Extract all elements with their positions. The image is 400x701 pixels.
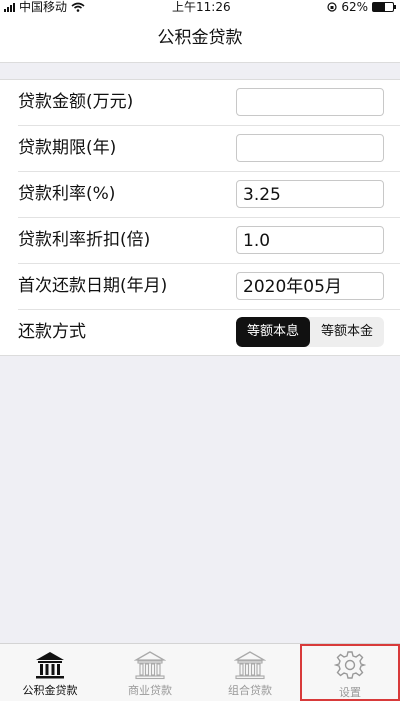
interest-rate-input[interactable]: 3.25 [236, 180, 384, 208]
status-bar: 中国移动 上午11:26 62% [0, 0, 400, 14]
form-row-loan-amount: 贷款金额(万元) [18, 80, 400, 126]
form-row-first-payment-date: 首次还款日期(年月) 2020年05月 [18, 264, 400, 310]
loan-amount-label: 贷款金额(万元) [18, 92, 134, 112]
repayment-option-equal-installment[interactable]: 等额本息 [236, 317, 310, 347]
form-row-repayment-method: 还款方式 等额本息 等额本金 [18, 310, 400, 355]
loan-term-input[interactable] [236, 134, 384, 162]
page-title: 公积金贷款 [157, 28, 243, 48]
nav-bar: 公积金贷款 [0, 14, 400, 63]
form-row-interest-rate: 贷款利率(%) 3.25 [18, 172, 400, 218]
tab-commercial-loan[interactable]: 商业贷款 [100, 644, 200, 701]
first-payment-date-label: 首次还款日期(年月) [18, 276, 168, 296]
rate-discount-label: 贷款利率折扣(倍) [18, 230, 151, 250]
status-left: 中国移动 [4, 0, 85, 14]
interest-rate-label: 贷款利率(%) [18, 184, 116, 204]
bank-icon [134, 651, 166, 680]
tab-bar: 公积金贷款 商业贷款 组合贷款 设置 [0, 643, 400, 701]
first-payment-date-input[interactable]: 2020年05月 [236, 272, 384, 300]
loan-amount-input[interactable] [236, 88, 384, 116]
tab-settings[interactable]: 设置 [300, 644, 400, 701]
tab-combined-loan[interactable]: 组合贷款 [200, 644, 300, 701]
battery-level [373, 3, 386, 11]
status-time: 上午11:26 [172, 0, 231, 14]
loan-term-label: 贷款期限(年) [18, 138, 117, 158]
battery-icon [372, 2, 396, 12]
repayment-option-equal-principal[interactable]: 等额本金 [310, 317, 384, 347]
tab-label: 公积金贷款 [22, 684, 78, 697]
loan-form: 贷款金额(万元) 贷款期限(年) 贷款利率(%) 3.25 贷款利率折扣(倍) … [0, 79, 400, 356]
battery-percent: 62% [341, 0, 368, 14]
tab-label: 商业贷款 [128, 684, 172, 697]
form-row-loan-term: 贷款期限(年) [18, 126, 400, 172]
wifi-icon [71, 2, 85, 12]
tab-provident-fund-loan[interactable]: 公积金贷款 [0, 644, 100, 701]
orientation-lock-icon [327, 2, 337, 12]
form-row-rate-discount: 贷款利率折扣(倍) 1.0 [18, 218, 400, 264]
repayment-method-label: 还款方式 [18, 322, 86, 342]
carrier-name: 中国移动 [19, 0, 68, 14]
bank-icon [36, 652, 64, 679]
tab-label: 组合贷款 [228, 684, 272, 697]
rate-discount-input[interactable]: 1.0 [236, 226, 384, 254]
tab-label: 设置 [339, 686, 361, 699]
gear-icon [334, 651, 366, 679]
repayment-method-segmented-control: 等额本息 等额本金 [236, 317, 384, 347]
status-right: 62% [327, 0, 396, 14]
bank-icon [234, 651, 266, 680]
signal-icon [4, 2, 15, 12]
